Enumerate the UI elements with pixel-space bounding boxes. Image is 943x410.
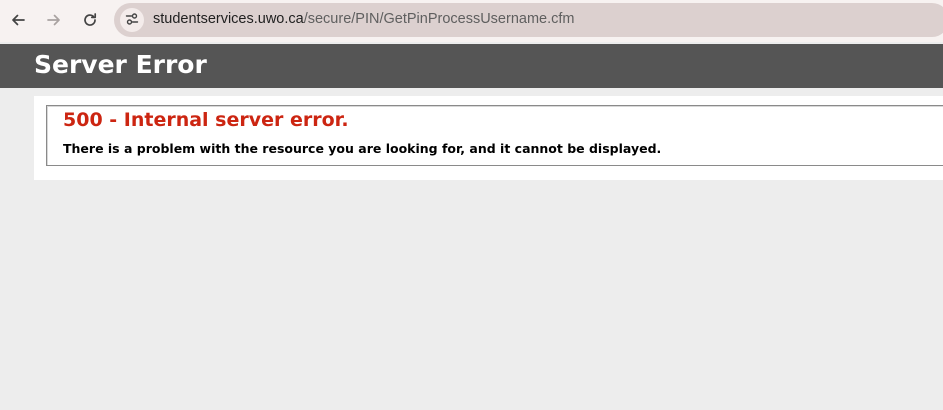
back-button[interactable]: [6, 8, 30, 32]
page-header: Server Error: [0, 44, 943, 88]
site-info-button[interactable]: [120, 8, 144, 32]
back-arrow-icon: [10, 12, 26, 28]
browser-toolbar: studentservices.uwo.ca/secure/PIN/GetPin…: [0, 0, 943, 42]
tune-icon: [125, 11, 139, 30]
page-body: Server Error 500 - Internal server error…: [0, 42, 943, 410]
content-panel: 500 - Internal server error. There is a …: [34, 96, 943, 180]
url-text[interactable]: studentservices.uwo.ca/secure/PIN/GetPin…: [153, 11, 574, 28]
error-heading: 500 - Internal server error.: [63, 109, 349, 131]
url-path: /secure/PIN/GetPinProcessUsername.cfm: [303, 11, 575, 27]
reload-button[interactable]: [78, 8, 102, 32]
error-box: 500 - Internal server error. There is a …: [46, 105, 943, 166]
address-bar[interactable]: studentservices.uwo.ca/secure/PIN/GetPin…: [114, 3, 943, 37]
forward-arrow-icon: [46, 12, 62, 28]
url-host: studentservices.uwo.ca: [153, 11, 304, 27]
forward-button[interactable]: [42, 8, 66, 32]
page-title: Server Error: [34, 50, 207, 79]
error-message: There is a problem with the resource you…: [63, 141, 662, 156]
reload-icon: [82, 12, 98, 28]
